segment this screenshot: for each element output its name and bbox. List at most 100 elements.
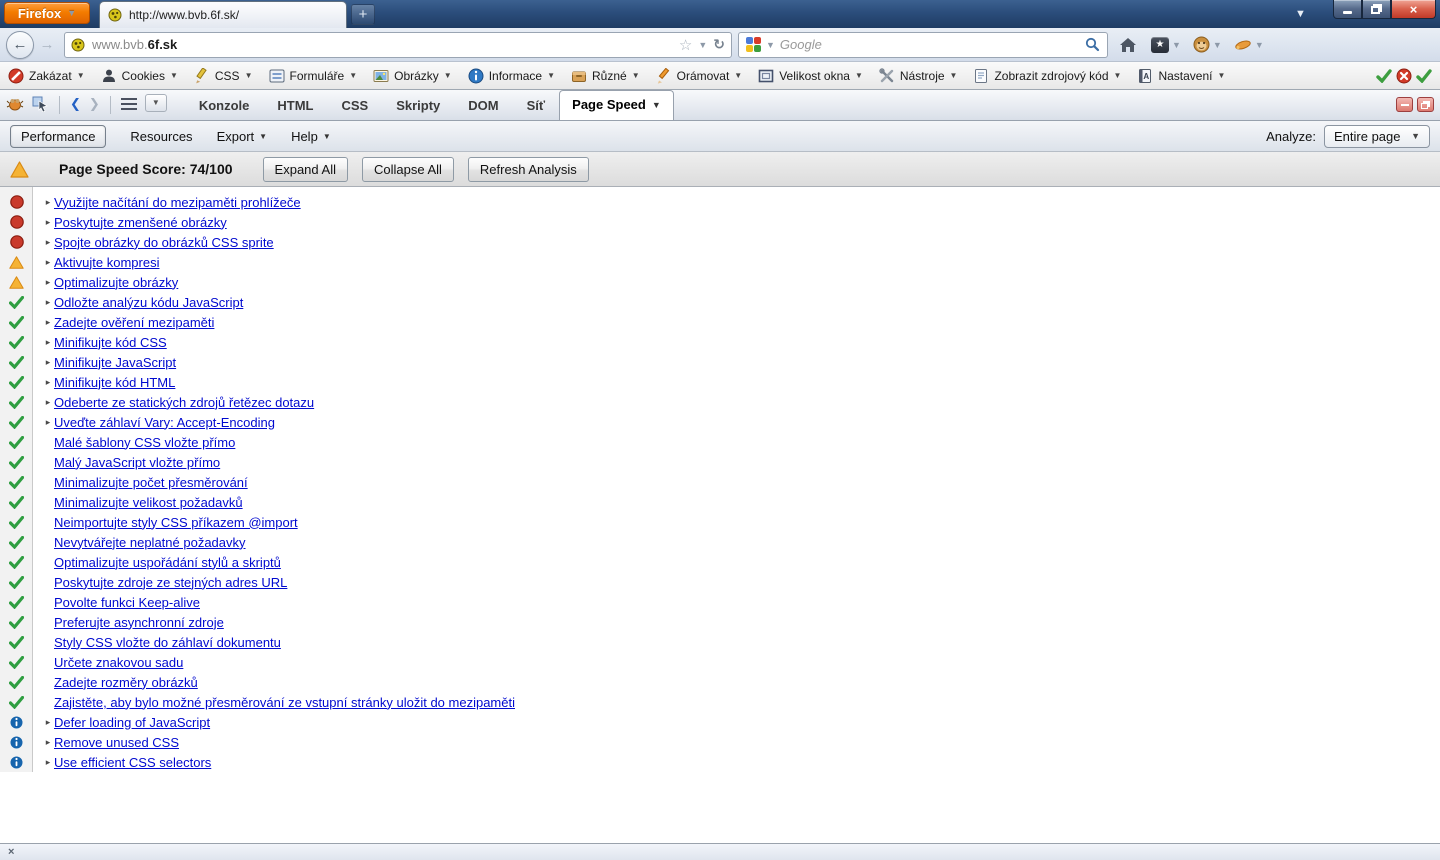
list-all-tabs-icon[interactable]: ▼: [1295, 8, 1306, 20]
rule-link[interactable]: Odeberte ze statických zdrojů řetězec do…: [54, 395, 314, 410]
rule-link[interactable]: Remove unused CSS: [54, 735, 179, 750]
webdev-item-obr-zky[interactable]: Obrázky ▼: [373, 68, 452, 84]
firebug-detach-button[interactable]: [1417, 97, 1434, 112]
rule-link[interactable]: Neimportujte styly CSS příkazem @import: [54, 515, 298, 530]
rule-link[interactable]: Spojte obrázky do obrázků CSS sprite: [54, 235, 274, 250]
firebug-tab-skripty[interactable]: Skripty: [382, 92, 454, 120]
webdev-item-formul-e[interactable]: Formuláře ▼: [269, 68, 357, 84]
pagespeed-menu-export[interactable]: Export ▼: [217, 129, 268, 144]
rule-link[interactable]: Povolte funkci Keep-alive: [54, 595, 200, 610]
expand-arrow-icon[interactable]: ▸: [42, 377, 54, 388]
rule-link[interactable]: Use efficient CSS selectors: [54, 755, 211, 770]
webdev-item-n-stroje[interactable]: Nástroje ▼: [879, 67, 957, 84]
rule-link[interactable]: Určete znakovou sadu: [54, 655, 183, 670]
refresh-analysis-button[interactable]: Refresh Analysis: [467, 156, 589, 182]
expand-arrow-icon[interactable]: ▸: [42, 317, 54, 328]
expand-arrow-icon[interactable]: ▸: [42, 257, 54, 268]
expand-arrow-icon[interactable]: ▸: [42, 197, 54, 208]
rule-link[interactable]: Optimalizujte uspořádání stylů a skriptů: [54, 555, 281, 570]
firebug-menu-dropdown-button[interactable]: ▼: [144, 93, 167, 112]
firefox-menu-button[interactable]: Firefox ▼: [4, 2, 90, 24]
rule-link[interactable]: Minimalizujte velikost požadavků: [54, 495, 243, 510]
expand-arrow-icon[interactable]: ▸: [42, 717, 54, 728]
bookmarks-button[interactable]: ★ ▼: [1148, 32, 1184, 58]
restore-button[interactable]: [1362, 0, 1391, 19]
rule-link[interactable]: Nevytvářejte neplatné požadavky: [54, 535, 246, 550]
firebug-tab-s-[interactable]: Síť: [513, 92, 560, 120]
webdev-item-informace[interactable]: Informace ▼: [468, 68, 555, 84]
pagespeed-menu-resources[interactable]: Resources: [130, 129, 192, 144]
rule-link[interactable]: Defer loading of JavaScript: [54, 715, 210, 730]
expand-arrow-icon[interactable]: ▸: [42, 757, 54, 768]
reload-icon[interactable]: ↻: [713, 36, 725, 53]
rule-link[interactable]: Optimalizujte obrázky: [54, 275, 178, 290]
minimize-button[interactable]: [1333, 0, 1362, 19]
rule-link[interactable]: Aktivujte kompresi: [54, 255, 159, 270]
close-button[interactable]: ×: [1391, 0, 1436, 19]
forward-button[interactable]: →: [36, 35, 58, 55]
expand-arrow-icon[interactable]: ▸: [42, 737, 54, 748]
rule-link[interactable]: Poskytujte zdroje ze stejných adres URL: [54, 575, 287, 590]
rule-link[interactable]: Minifikujte kód CSS: [54, 335, 167, 350]
analyze-scope-dropdown[interactable]: Entire page ▼: [1324, 124, 1430, 148]
rule-link[interactable]: Preferujte asynchronní zdroje: [54, 615, 224, 630]
expand-arrow-icon[interactable]: ▸: [42, 297, 54, 308]
browser-tab[interactable]: http://www.bvb.6f.sk/: [99, 1, 347, 28]
expand-arrow-icon[interactable]: ▸: [42, 337, 54, 348]
rule-link[interactable]: Využijte načítání do mezipaměti prohlíže…: [54, 195, 301, 210]
firebug-minimize-button[interactable]: [1396, 97, 1413, 112]
rule-link[interactable]: Styly CSS vložte do záhlaví dokumentu: [54, 635, 281, 650]
webdev-item-r-zn-[interactable]: Různé ▼: [571, 68, 640, 84]
expand-arrow-icon[interactable]: ▸: [42, 217, 54, 228]
webdev-item-zak-zat[interactable]: Zakázat ▼: [8, 68, 85, 84]
expand-arrow-icon[interactable]: ▸: [42, 277, 54, 288]
expand-arrow-icon[interactable]: ▸: [42, 417, 54, 428]
expand-arrow-icon[interactable]: ▸: [42, 397, 54, 408]
rule-link[interactable]: Zadejte rozměry obrázků: [54, 675, 198, 690]
webdev-item-cookies[interactable]: Cookies ▼: [101, 68, 178, 84]
rule-link[interactable]: Minimalizujte počet přesměrování: [54, 475, 248, 490]
webdev-item-css[interactable]: CSS ▼: [194, 67, 253, 84]
rule-link[interactable]: Zadejte ověření mezipaměti: [54, 315, 214, 330]
rule-link[interactable]: Malý JavaScript vložte přímo: [54, 455, 220, 470]
home-button[interactable]: [1114, 32, 1142, 58]
url-bar[interactable]: www.bvb.6f.sk ☆ ▼ ↻: [64, 31, 732, 58]
bookmark-star-icon[interactable]: ☆: [679, 36, 692, 54]
rule-link[interactable]: Zajistěte, aby bylo možné přesměrování z…: [54, 695, 515, 710]
pagespeed-menu-help[interactable]: Help ▼: [291, 129, 331, 144]
rule-link[interactable]: Malé šablony CSS vložte přímo: [54, 435, 235, 450]
css-valid-check-icon[interactable]: [1376, 68, 1392, 83]
rule-link[interactable]: Uveďte záhlaví Vary: Accept-Encoding: [54, 415, 275, 430]
collapse-all-button[interactable]: Collapse All: [361, 156, 454, 182]
webdev-item-velikost-okna[interactable]: Velikost okna ▼: [758, 68, 863, 84]
html-valid-check-icon[interactable]: [1416, 68, 1432, 83]
search-engine-dropdown-icon[interactable]: ▼: [766, 40, 775, 50]
url-dropdown-icon[interactable]: ▼: [698, 40, 707, 50]
firebug-menu-icon[interactable]: [120, 98, 137, 110]
search-box[interactable]: ▼ Google: [738, 31, 1108, 58]
greasemonkey-button[interactable]: ▼: [1190, 32, 1225, 58]
firebug-forward-icon[interactable]: ❯: [89, 96, 100, 112]
addon-button[interactable]: ▼: [1231, 32, 1267, 58]
firebug-back-icon[interactable]: ❮: [70, 96, 81, 112]
expand-all-button[interactable]: Expand All: [262, 156, 348, 182]
js-error-icon[interactable]: [1396, 68, 1412, 84]
firebug-tab-page-speed[interactable]: Page Speed ▼: [559, 90, 674, 120]
firebug-bug-icon[interactable]: [6, 96, 24, 112]
firebug-tab-konzole[interactable]: Konzole: [185, 92, 264, 120]
webdev-item-zobrazit-zdrojov-k-d[interactable]: Zobrazit zdrojový kód ▼: [973, 68, 1121, 84]
rule-link[interactable]: Minifikujte kód HTML: [54, 375, 175, 390]
webdev-item-or-movat[interactable]: Orámovat ▼: [656, 67, 742, 84]
pagespeed-menu-performance[interactable]: Performance: [10, 124, 107, 148]
rule-link[interactable]: Odložte analýzu kódu JavaScript: [54, 295, 243, 310]
firebug-tab-dom[interactable]: DOM: [454, 92, 512, 120]
expand-arrow-icon[interactable]: ▸: [42, 357, 54, 368]
firebug-tab-css[interactable]: CSS: [327, 92, 382, 120]
rule-link[interactable]: Minifikujte JavaScript: [54, 355, 176, 370]
addonbar-close-icon[interactable]: ×: [8, 846, 14, 858]
expand-arrow-icon[interactable]: ▸: [42, 237, 54, 248]
rule-link[interactable]: Poskytujte zmenšené obrázky: [54, 215, 227, 230]
search-magnifier-icon[interactable]: [1085, 37, 1100, 52]
webdev-item-nastaven-[interactable]: A Nastavení ▼: [1137, 68, 1225, 84]
inspect-element-icon[interactable]: [32, 96, 49, 112]
